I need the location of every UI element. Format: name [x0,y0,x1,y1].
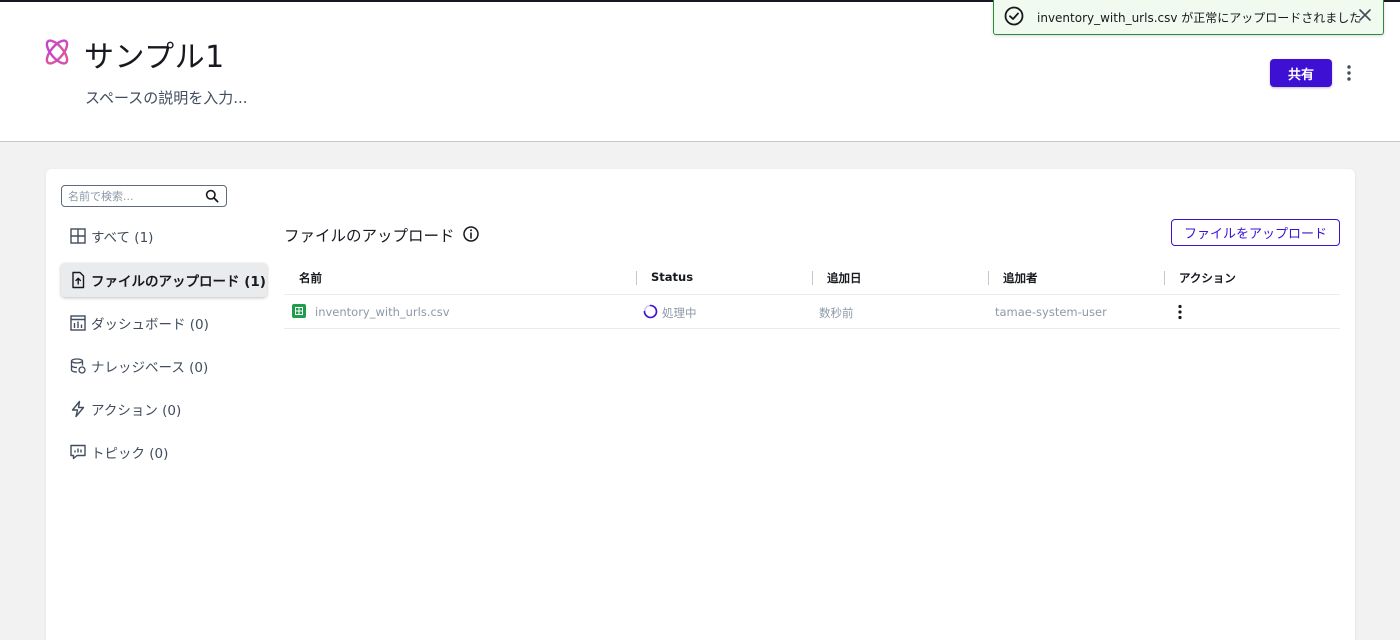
sidebar-item-label: ダッシュボード (0) [91,317,209,333]
table-header: 名前 Status 追加日 追加者 アクション [284,261,1340,295]
space-logo-icon [45,39,69,65]
column-divider[interactable] [1164,271,1165,285]
sidebar-item-knowledge-base[interactable]: ナレッジベース (0) [61,349,267,383]
table-row: inventory_with_urls.csv 処理中 数秒前 tamae-sy… [284,295,1340,329]
close-icon[interactable] [1357,7,1373,23]
database-icon [70,358,86,374]
share-button[interactable]: 共有 [1270,59,1332,87]
file-added-by: tamae-system-user [995,305,1107,319]
sidebar-item-label: トピック (0) [91,446,169,462]
topic-icon [70,444,86,460]
search-box[interactable] [61,185,227,207]
column-header-status[interactable]: Status [651,270,693,284]
sidebar-item-all[interactable]: すべて (1) [61,219,267,253]
more-vertical-icon[interactable] [1172,303,1188,321]
dashboard-icon [70,315,86,331]
info-icon[interactable] [462,225,480,243]
column-divider[interactable] [988,271,989,285]
sidebar-item-topics[interactable]: トピック (0) [61,435,267,469]
check-circle-icon [1004,6,1024,26]
success-toast: inventory_with_urls.csv が正常にアップロードされました [993,0,1384,35]
file-upload-icon [72,271,85,289]
upload-file-button[interactable]: ファイルをアップロード [1171,219,1340,246]
search-icon[interactable] [205,189,219,203]
sidebar-item-file-upload[interactable]: ファイルのアップロード (1) [61,263,267,297]
file-name[interactable]: inventory_with_urls.csv [315,305,450,319]
sidebar-item-actions[interactable]: アクション (0) [61,392,267,426]
content-card: すべて (1) ファイルのアップロード (1) ダッシュボード (0) ナレッジ… [46,169,1355,640]
column-header-actions: アクション [1179,271,1236,285]
more-vertical-icon[interactable] [1341,63,1357,83]
csv-file-icon [292,304,306,318]
sidebar-item-label: すべて (1) [91,230,154,246]
column-divider[interactable] [636,271,637,285]
column-header-added-by[interactable]: 追加者 [1003,270,1038,286]
sidebar-item-label: ファイルのアップロード (1) [91,274,266,290]
loading-spinner-icon [643,304,658,319]
column-header-name[interactable]: 名前 [299,270,322,286]
space-title[interactable]: サンプル1 [84,32,225,76]
toast-message: inventory_with_urls.csv が正常にアップロードされました [1037,11,1362,25]
column-header-added-date[interactable]: 追加日 [827,270,862,286]
files-table: 名前 Status 追加日 追加者 アクション inventory_with_u… [284,261,1340,329]
search-input[interactable] [68,188,198,204]
file-status: 処理中 [662,306,697,320]
section-title: ファイルのアップロード [284,227,455,245]
file-added-date: 数秒前 [819,306,854,320]
space-description[interactable]: スペースの説明を入力... [85,87,248,108]
lightning-icon [71,400,85,418]
sidebar-item-label: ナレッジベース (0) [91,360,209,376]
grid-icon [70,228,86,244]
column-divider[interactable] [812,271,813,285]
sidebar-item-dashboard[interactable]: ダッシュボード (0) [61,306,267,340]
sidebar-item-label: アクション (0) [91,403,182,419]
